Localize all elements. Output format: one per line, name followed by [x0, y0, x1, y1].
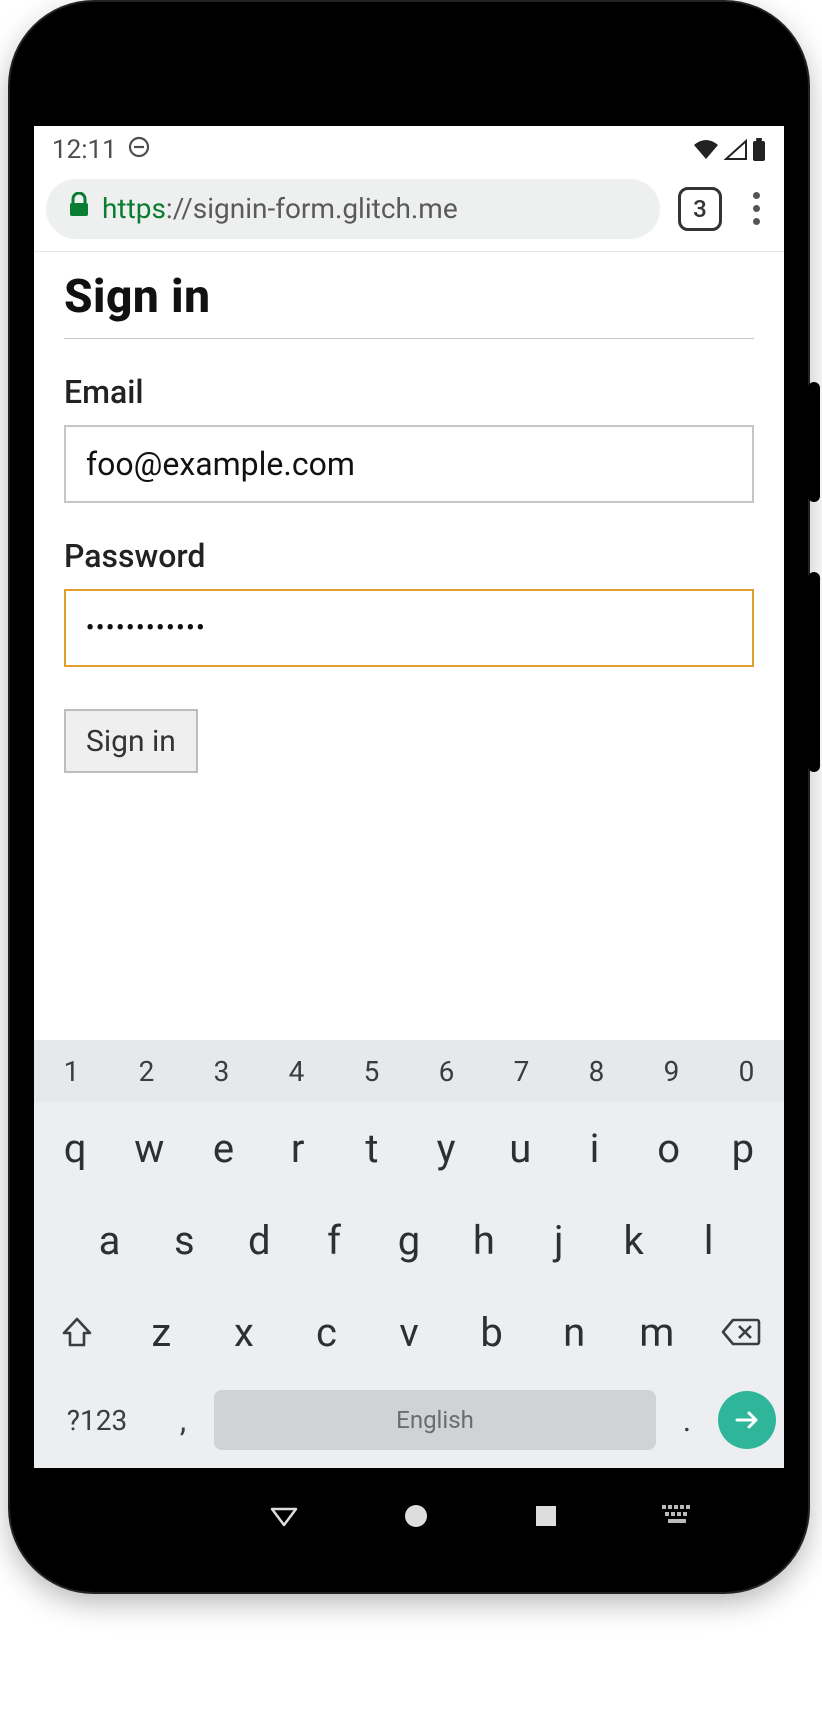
key-k[interactable]: k	[596, 1217, 671, 1264]
soft-keyboard: 1234567890 qwertyuiop asdfghjkl zxcvbnm	[34, 1040, 784, 1468]
key-6[interactable]: 6	[409, 1040, 484, 1102]
overflow-menu-button[interactable]	[740, 192, 772, 225]
password-input[interactable]: ••••••••••••	[64, 589, 754, 667]
phone-side-button	[808, 572, 820, 772]
lock-icon	[68, 192, 90, 225]
key-z[interactable]: z	[120, 1309, 203, 1356]
arrow-right-icon	[732, 1405, 762, 1435]
dot-icon	[753, 205, 760, 212]
shift-key[interactable]	[38, 1315, 116, 1349]
password-input-value: ••••••••••••	[86, 616, 206, 641]
key-8[interactable]: 8	[559, 1040, 634, 1102]
key-o[interactable]: o	[632, 1125, 706, 1172]
key-h[interactable]: h	[446, 1217, 521, 1264]
key-m[interactable]: m	[615, 1309, 698, 1356]
key-u[interactable]: u	[483, 1125, 557, 1172]
email-field-group: Email foo@example.com	[64, 373, 754, 503]
key-3[interactable]: 3	[184, 1040, 259, 1102]
page-title: Sign in	[64, 270, 754, 339]
key-4[interactable]: 4	[259, 1040, 334, 1102]
symbols-key-label: ?123	[67, 1404, 127, 1437]
email-input[interactable]: foo@example.com	[64, 425, 754, 503]
nav-recents-button[interactable]	[533, 1503, 559, 1533]
key-w[interactable]: w	[112, 1125, 186, 1172]
phone-side-button	[808, 382, 820, 502]
key-g[interactable]: g	[372, 1217, 447, 1264]
dot-icon	[753, 218, 760, 225]
key-e[interactable]: e	[186, 1125, 260, 1172]
symbols-key[interactable]: ?123	[42, 1404, 152, 1437]
keyboard-row-2: asdfghjkl	[34, 1194, 784, 1286]
comma-key-label: ,	[180, 1401, 186, 1439]
cell-signal-icon	[724, 139, 748, 161]
key-0[interactable]: 0	[709, 1040, 784, 1102]
dot-icon	[753, 192, 760, 199]
key-x[interactable]: x	[203, 1309, 286, 1356]
key-b[interactable]: b	[450, 1309, 533, 1356]
period-key-label: .	[683, 1401, 691, 1439]
android-nav-bar	[34, 1468, 784, 1568]
key-p[interactable]: p	[706, 1125, 780, 1172]
keyboard-row-3: zxcvbnm	[34, 1286, 784, 1378]
key-d[interactable]: d	[222, 1217, 297, 1264]
key-9[interactable]: 9	[634, 1040, 709, 1102]
key-r[interactable]: r	[261, 1125, 335, 1172]
key-t[interactable]: t	[335, 1125, 409, 1172]
url-scheme: https	[102, 192, 166, 225]
nav-home-button[interactable]	[402, 1502, 430, 1534]
key-s[interactable]: s	[147, 1217, 222, 1264]
wifi-icon	[692, 139, 720, 161]
space-key-label: English	[396, 1406, 474, 1434]
sign-in-button-label: Sign in	[86, 724, 176, 759]
url-host: signin-form.glitch.me	[193, 192, 458, 225]
key-v[interactable]: v	[368, 1309, 451, 1356]
keyboard-bottom-row: ?123 , English .	[34, 1378, 784, 1462]
nav-back-button[interactable]	[269, 1501, 299, 1535]
key-c[interactable]: c	[285, 1309, 368, 1356]
key-f[interactable]: f	[297, 1217, 372, 1264]
status-time: 12:11	[52, 135, 117, 165]
key-l[interactable]: l	[671, 1217, 746, 1264]
key-q[interactable]: q	[38, 1125, 112, 1172]
password-field-group: Password ••••••••••••	[64, 537, 754, 667]
phone-frame: 12:11	[10, 2, 808, 1592]
keyboard-row-1: qwertyuiop	[34, 1102, 784, 1194]
email-label: Email	[64, 373, 754, 411]
key-1[interactable]: 1	[34, 1040, 109, 1102]
page-content: Sign in Email foo@example.com Password •…	[34, 252, 784, 1040]
period-key[interactable]: .	[664, 1401, 710, 1439]
dnd-icon	[127, 135, 151, 166]
battery-icon	[752, 138, 766, 162]
sign-in-button[interactable]: Sign in	[64, 709, 198, 773]
browser-toolbar: https://signin-form.glitch.me 3	[34, 174, 784, 252]
nav-keyboard-switch-button[interactable]	[662, 1505, 692, 1531]
address-bar[interactable]: https://signin-form.glitch.me	[46, 179, 660, 239]
key-5[interactable]: 5	[334, 1040, 409, 1102]
tab-switcher-button[interactable]: 3	[678, 187, 722, 231]
tab-count: 3	[693, 195, 707, 223]
space-key[interactable]: English	[214, 1390, 656, 1450]
email-input-value: foo@example.com	[86, 445, 355, 483]
screen: 12:11	[34, 126, 784, 1468]
status-bar: 12:11	[34, 126, 784, 174]
key-i[interactable]: i	[557, 1125, 631, 1172]
key-y[interactable]: y	[409, 1125, 483, 1172]
key-2[interactable]: 2	[109, 1040, 184, 1102]
enter-key[interactable]	[718, 1391, 776, 1449]
comma-key[interactable]: ,	[160, 1401, 206, 1439]
key-7[interactable]: 7	[484, 1040, 559, 1102]
backspace-key[interactable]	[702, 1317, 780, 1347]
url-separator: ://	[166, 192, 193, 225]
keyboard-number-row: 1234567890	[34, 1040, 784, 1102]
password-label: Password	[64, 537, 754, 575]
key-a[interactable]: a	[72, 1217, 147, 1264]
key-j[interactable]: j	[521, 1217, 596, 1264]
url-text: https://signin-form.glitch.me	[102, 192, 458, 225]
key-n[interactable]: n	[533, 1309, 616, 1356]
